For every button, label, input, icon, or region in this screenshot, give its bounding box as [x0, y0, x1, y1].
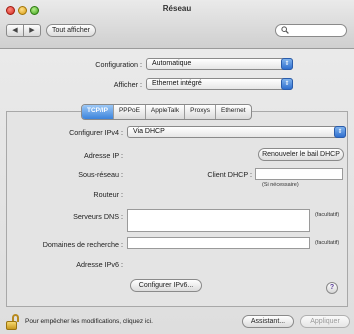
si-necessaire-hint: (Si nécessaire)	[262, 182, 299, 188]
popup-arrows-icon: ⇕	[281, 58, 293, 70]
afficher-popup[interactable]: Ethernet intégré ⇕	[146, 78, 293, 90]
facultatif-domains-hint: (facultatif)	[315, 240, 340, 246]
title-bar: Réseau ◀ ▶ Tout afficher	[0, 0, 354, 49]
configurer-ipv4-popup[interactable]: Via DHCP ⇕	[127, 126, 346, 138]
configuration-label: Configuration :	[95, 60, 142, 69]
network-preferences-window: Réseau ◀ ▶ Tout afficher Configuration :…	[0, 0, 354, 334]
client-dhcp-label: Client DHCP :	[207, 170, 252, 179]
routeur-label: Routeur :	[93, 190, 123, 199]
lock-icon[interactable]	[6, 314, 20, 330]
tab-proxys[interactable]: Proxys	[185, 105, 216, 119]
apply-button[interactable]: Appliquer	[300, 315, 350, 328]
configurer-ipv4-label: Configurer IPv4 :	[69, 128, 123, 137]
search-field[interactable]	[275, 24, 347, 37]
renew-dhcp-lease-button[interactable]: Renouveler le bail DHCP	[258, 148, 344, 161]
serveurs-dns-label: Serveurs DNS :	[73, 212, 123, 221]
sous-reseau-label: Sous-réseau :	[78, 170, 123, 179]
dns-servers-field[interactable]	[127, 209, 310, 232]
configuration-value: Automatique	[152, 60, 192, 67]
tab-ethernet[interactable]: Ethernet	[216, 105, 251, 119]
window-title: Réseau	[162, 4, 192, 13]
lock-instructions: Pour empêcher les modifications, cliquez…	[25, 318, 153, 325]
back-forward-control: ◀ ▶	[6, 24, 41, 37]
adresse-ip-label: Adresse IP :	[83, 151, 123, 160]
adresse-ipv6-label: Adresse IPv6 :	[76, 260, 123, 269]
search-domains-field[interactable]	[127, 237, 310, 249]
help-button[interactable]: ?	[326, 282, 338, 294]
popup-arrows-icon: ⇕	[334, 126, 346, 138]
domaines-label: Domaines de recherche :	[42, 240, 123, 249]
tab-appletalk[interactable]: AppleTalk	[146, 105, 186, 119]
back-arrow-icon[interactable]: ◀	[7, 25, 24, 36]
search-icon	[281, 26, 289, 37]
assistant-button[interactable]: Assistant...	[242, 315, 294, 328]
forward-arrow-icon[interactable]: ▶	[24, 25, 40, 36]
configuration-popup[interactable]: Automatique ⇕	[146, 58, 293, 70]
configurer-ipv4-value: Via DHCP	[133, 128, 165, 135]
tab-pppoe[interactable]: PPPoE	[114, 105, 146, 119]
tab-bar: TCP/IP PPPoE AppleTalk Proxys Ethernet	[81, 104, 252, 120]
client-dhcp-field[interactable]	[255, 168, 343, 180]
bottom-bar: Pour empêcher les modifications, cliquez…	[0, 309, 354, 334]
afficher-label: Afficher :	[113, 80, 142, 89]
tab-tcpip[interactable]: TCP/IP	[82, 105, 114, 119]
show-all-button[interactable]: Tout afficher	[46, 24, 96, 37]
popup-arrows-icon: ⇕	[281, 78, 293, 90]
afficher-value: Ethernet intégré	[152, 80, 202, 87]
facultatif-dns-hint: (facultatif)	[315, 212, 340, 218]
configure-ipv6-button[interactable]: Configurer IPv6...	[130, 279, 202, 292]
